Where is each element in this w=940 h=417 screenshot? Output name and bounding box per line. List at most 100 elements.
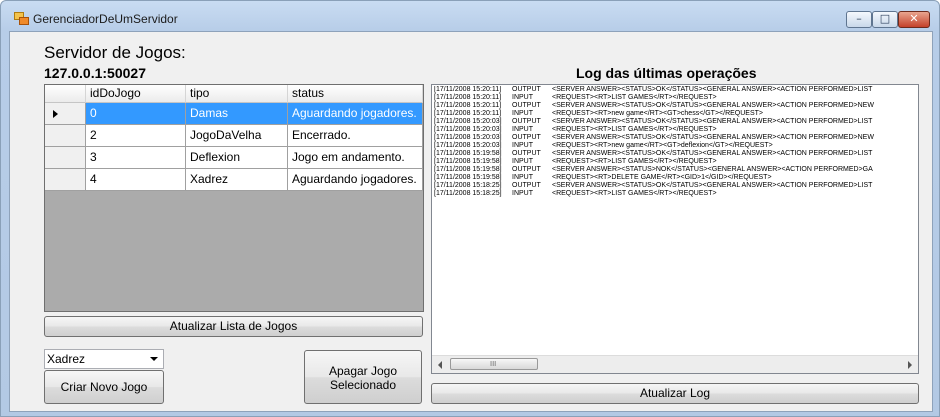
cell-status[interactable]: Encerrado.: [288, 125, 423, 147]
log-direction: OUTPUT: [512, 134, 541, 141]
minimize-button[interactable]: –: [846, 11, 872, 28]
log-timestamp: [17/11/2008 15:19:58]: [434, 174, 502, 181]
cell-status[interactable]: Aguardando jogadores.: [288, 103, 423, 125]
cell-tipo[interactable]: Damas: [186, 103, 288, 125]
log-line: [17/11/2008 15:19:58] INPUT <REQUEST><RT>D…: [434, 174, 918, 182]
cell-tipo[interactable]: Deflexion: [186, 147, 288, 169]
log-timestamp: [17/11/2008 15:20:03]: [434, 126, 502, 133]
log-line: [17/11/2008 15:19:58] INPUT <REQUEST><RT>L…: [434, 158, 918, 166]
log-line: [17/11/2008 15:20:11] OUTPUT <SERVER ANSWE…: [434, 86, 918, 94]
game-type-select[interactable]: Xadrez: [44, 349, 164, 369]
log-direction: OUTPUT: [512, 150, 541, 157]
cell-id[interactable]: 2: [86, 125, 186, 147]
column-header-status[interactable]: status: [288, 85, 423, 103]
scroll-left-icon[interactable]: [438, 361, 442, 369]
log-direction: INPUT: [512, 190, 533, 197]
cell-status[interactable]: Aguardando jogadores.: [288, 169, 423, 191]
log-direction: INPUT: [512, 158, 533, 165]
refresh-games-button[interactable]: Atualizar Lista de Jogos: [44, 316, 423, 337]
log-message: <SERVER ANSWER><STATUS>OK</STATUS><GENER…: [552, 182, 873, 189]
log-line: [17/11/2008 15:20:11] INPUT <REQUEST><RT>L…: [434, 94, 918, 102]
log-line: [17/11/2008 15:19:58] OUTPUT <SERVER ANSWE…: [434, 150, 918, 158]
log-message: <SERVER ANSWER><STATUS>OK</STATUS><GENER…: [552, 102, 874, 109]
create-game-button[interactable]: Criar Novo Jogo: [44, 370, 164, 404]
scroll-right-icon[interactable]: [908, 361, 912, 369]
cell-id[interactable]: 0: [86, 103, 186, 125]
log-direction: INPUT: [512, 94, 533, 101]
delete-game-label-line1: Apagar Jogo: [328, 364, 398, 378]
log-timestamp: [17/11/2008 15:20:11]: [434, 102, 502, 109]
scrollbar-thumb[interactable]: III: [450, 358, 538, 370]
log-line: [17/11/2008 15:20:03] INPUT <REQUEST><RT>n…: [434, 142, 918, 150]
log-message: <SERVER ANSWER><STATUS>OK</STATUS><GENER…: [552, 134, 874, 141]
log-textbox[interactable]: [17/11/2008 15:20:11] OUTPUT <SERVER ANSWE…: [431, 84, 919, 374]
table-row[interactable]: 2 JogoDaVelha Encerrado.: [45, 125, 423, 147]
log-line: [17/11/2008 15:20:03] INPUT <REQUEST><RT>L…: [434, 126, 918, 134]
log-message: <REQUEST><RT>LIST GAMES</RT></REQUEST>: [552, 158, 717, 165]
cell-status[interactable]: Jogo em andamento.: [288, 147, 423, 169]
log-direction: OUTPUT: [512, 86, 541, 93]
log-timestamp: [17/11/2008 15:19:58]: [434, 150, 502, 157]
log-direction: OUTPUT: [512, 166, 541, 173]
log-message: <REQUEST><RT>new game</RT><GT>deflexion<…: [552, 142, 773, 149]
log-timestamp: [17/11/2008 15:18:25]: [434, 190, 502, 197]
log-direction: INPUT: [512, 142, 533, 149]
close-button[interactable]: ✕: [898, 11, 930, 28]
row-header[interactable]: [45, 147, 86, 169]
cell-tipo[interactable]: JogoDaVelha: [186, 125, 288, 147]
delete-game-button[interactable]: Apagar Jogo Selecionado: [304, 350, 422, 404]
log-message: <REQUEST><RT>LIST GAMES</RT></REQUEST>: [552, 190, 717, 197]
log-message: <SERVER ANSWER><STATUS>OK</STATUS><GENER…: [552, 86, 873, 93]
row-header-corner: [45, 85, 86, 103]
table-row[interactable]: 3 Deflexion Jogo em andamento.: [45, 147, 423, 169]
log-line: [17/11/2008 15:18:25] OUTPUT <SERVER ANSWE…: [434, 182, 918, 190]
log-timestamp: [17/11/2008 15:20:03]: [434, 134, 502, 141]
log-timestamp: [17/11/2008 15:20:11]: [434, 94, 502, 101]
horizontal-scrollbar[interactable]: III: [432, 355, 918, 373]
title-bar[interactable]: GerenciadorDeUmServidor – □ ✕: [1, 1, 939, 31]
app-window-icon: [14, 12, 29, 25]
log-lines: [17/11/2008 15:20:11] OUTPUT <SERVER ANSWE…: [434, 86, 918, 356]
app-window: GerenciadorDeUmServidor – □ ✕ Servidor d…: [0, 0, 940, 417]
log-timestamp: [17/11/2008 15:20:03]: [434, 142, 502, 149]
column-header-tipo[interactable]: tipo: [186, 85, 288, 103]
log-message: <SERVER ANSWER><STATUS>NOK</STATUS><GENE…: [552, 166, 873, 173]
log-timestamp: [17/11/2008 15:19:58]: [434, 158, 502, 165]
games-grid[interactable]: idDoJogo tipo status 0 Damas Aguardando …: [44, 84, 424, 312]
cell-id[interactable]: 3: [86, 147, 186, 169]
log-timestamp: [17/11/2008 15:20:03]: [434, 118, 502, 125]
cell-tipo[interactable]: Xadrez: [186, 169, 288, 191]
log-message: <SERVER ANSWER><STATUS>OK</STATUS><GENER…: [552, 150, 873, 157]
log-message: <REQUEST><RT>DELETE GAME</RT><GID>1</GID…: [552, 174, 772, 181]
log-message: <REQUEST><RT>LIST GAMES</RT></REQUEST>: [552, 94, 717, 101]
table-row[interactable]: 0 Damas Aguardando jogadores.: [45, 103, 423, 125]
log-message: <REQUEST><RT>LIST GAMES</RT></REQUEST>: [552, 126, 717, 133]
row-header[interactable]: [45, 103, 86, 125]
log-direction: OUTPUT: [512, 118, 541, 125]
log-timestamp: [17/11/2008 15:20:11]: [434, 86, 502, 93]
chevron-down-icon[interactable]: [150, 357, 158, 361]
log-line: [17/11/2008 15:20:11] INPUT <REQUEST><RT>n…: [434, 110, 918, 118]
table-row[interactable]: 4 Xadrez Aguardando jogadores.: [45, 169, 423, 191]
log-timestamp: [17/11/2008 15:19:58]: [434, 166, 502, 173]
log-line: [17/11/2008 15:20:03] OUTPUT <SERVER ANSWE…: [434, 134, 918, 142]
cell-id[interactable]: 4: [86, 169, 186, 191]
log-direction: INPUT: [512, 126, 533, 133]
row-header[interactable]: [45, 125, 86, 147]
refresh-log-button[interactable]: Atualizar Log: [431, 383, 919, 404]
delete-game-label-line2: Selecionado: [329, 378, 397, 392]
log-direction: OUTPUT: [512, 102, 541, 109]
log-direction: INPUT: [512, 110, 533, 117]
game-type-selected-value: Xadrez: [47, 352, 86, 366]
maximize-button[interactable]: □: [872, 11, 898, 28]
log-line: [17/11/2008 15:20:11] OUTPUT <SERVER ANSWE…: [434, 102, 918, 110]
log-heading: Log das últimas operações: [576, 65, 757, 81]
column-header-id[interactable]: idDoJogo: [86, 85, 186, 103]
log-line: [17/11/2008 15:19:58] OUTPUT <SERVER ANSWE…: [434, 166, 918, 174]
log-message: <REQUEST><RT>new game</RT><GT>chess</GT>…: [552, 110, 763, 117]
row-header[interactable]: [45, 169, 86, 191]
log-message: <SERVER ANSWER><STATUS>OK</STATUS><GENER…: [552, 118, 873, 125]
scrollbar-grip: III: [490, 360, 497, 368]
log-timestamp: [17/11/2008 15:18:25]: [434, 182, 502, 189]
window-title: GerenciadorDeUmServidor: [33, 12, 178, 26]
